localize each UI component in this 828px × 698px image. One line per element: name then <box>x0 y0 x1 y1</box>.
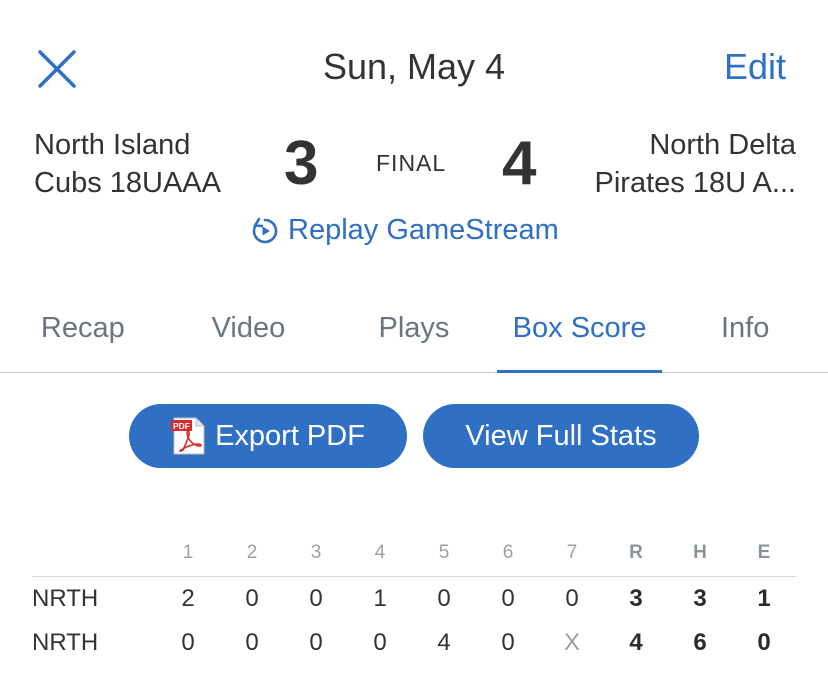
away-team-line2: Pirates 18U A... <box>594 167 797 199</box>
inning-score: 0 <box>501 629 515 656</box>
errors-total: 1 <box>757 585 771 612</box>
runs-total: 3 <box>629 585 643 612</box>
view-full-stats-button[interactable]: View Full Stats <box>423 404 699 468</box>
svg-text:PDF: PDF <box>173 421 190 431</box>
box-score-header-row: 1 2 3 4 5 6 7 R H E <box>32 530 796 577</box>
inning-score: 0 <box>309 585 323 612</box>
box-score-table: 1 2 3 4 5 6 7 R H E NRTH 2 0 0 1 0 0 0 3… <box>32 530 796 665</box>
pdf-file-icon: PDF <box>171 417 205 455</box>
table-row: NRTH 0 0 0 0 4 0 X 4 6 0 <box>32 621 796 665</box>
table-row: NRTH 2 0 0 1 0 0 0 3 3 1 <box>32 577 796 621</box>
inning-header: 5 <box>438 542 450 563</box>
away-team-line1: North Delta <box>649 129 796 161</box>
away-team-name[interactable]: North Delta Pirates 18U A... <box>566 126 797 202</box>
hits-total: 3 <box>693 585 707 612</box>
errors-total: 0 <box>757 629 771 656</box>
inning-header: 7 <box>566 542 578 563</box>
tab-info[interactable]: Info <box>662 306 828 372</box>
inning-score: 1 <box>373 585 387 612</box>
inning-header: 6 <box>502 542 514 563</box>
hits-header: H <box>693 542 707 563</box>
export-pdf-button[interactable]: PDF Export PDF <box>129 404 407 468</box>
view-full-stats-label: View Full Stats <box>465 419 657 452</box>
inning-score: 0 <box>309 629 323 656</box>
inning-score: 2 <box>181 585 195 612</box>
inning-score: 0 <box>245 629 259 656</box>
inning-score: 4 <box>437 629 451 656</box>
replay-label: Replay GameStream <box>288 214 559 246</box>
tab-recap[interactable]: Recap <box>0 306 166 372</box>
errors-header: E <box>757 542 771 563</box>
away-team-score: 4 <box>502 129 537 198</box>
tab-bar: Recap Video Plays Box Score Info <box>0 306 828 373</box>
inning-score: 0 <box>245 585 259 612</box>
hits-total: 6 <box>693 629 707 656</box>
export-pdf-label: Export PDF <box>215 419 365 452</box>
tab-video[interactable]: Video <box>166 306 332 372</box>
inning-score: 0 <box>501 585 515 612</box>
replay-gamestream-link[interactable]: Replay GameStream <box>250 214 559 247</box>
inning-score: 0 <box>437 585 451 612</box>
inning-score: X <box>563 629 580 656</box>
inning-header: 4 <box>374 542 386 563</box>
home-team-line2: Cubs 18UAAA <box>34 167 221 199</box>
inning-header: 1 <box>182 542 194 563</box>
inning-header: 2 <box>246 542 258 563</box>
inning-score: 0 <box>181 629 195 656</box>
runs-header: R <box>629 542 643 563</box>
inning-score: 0 <box>373 629 387 656</box>
inning-score: 0 <box>565 585 579 612</box>
home-team-name[interactable]: North Island Cubs 18UAAA <box>34 126 254 202</box>
replay-icon <box>252 217 278 243</box>
runs-total: 4 <box>629 629 643 656</box>
home-team-score: 3 <box>284 129 319 198</box>
team-abbrev: NRTH <box>32 585 99 612</box>
tab-plays[interactable]: Plays <box>331 306 497 372</box>
page-title: Sun, May 4 <box>322 46 506 87</box>
home-team-line1: North Island <box>34 129 191 161</box>
edit-button[interactable]: Edit <box>724 46 786 88</box>
team-abbrev: NRTH <box>32 629 99 656</box>
tab-box-score[interactable]: Box Score <box>496 306 663 373</box>
game-status: FINAL <box>376 150 447 176</box>
inning-header: 3 <box>310 542 322 563</box>
